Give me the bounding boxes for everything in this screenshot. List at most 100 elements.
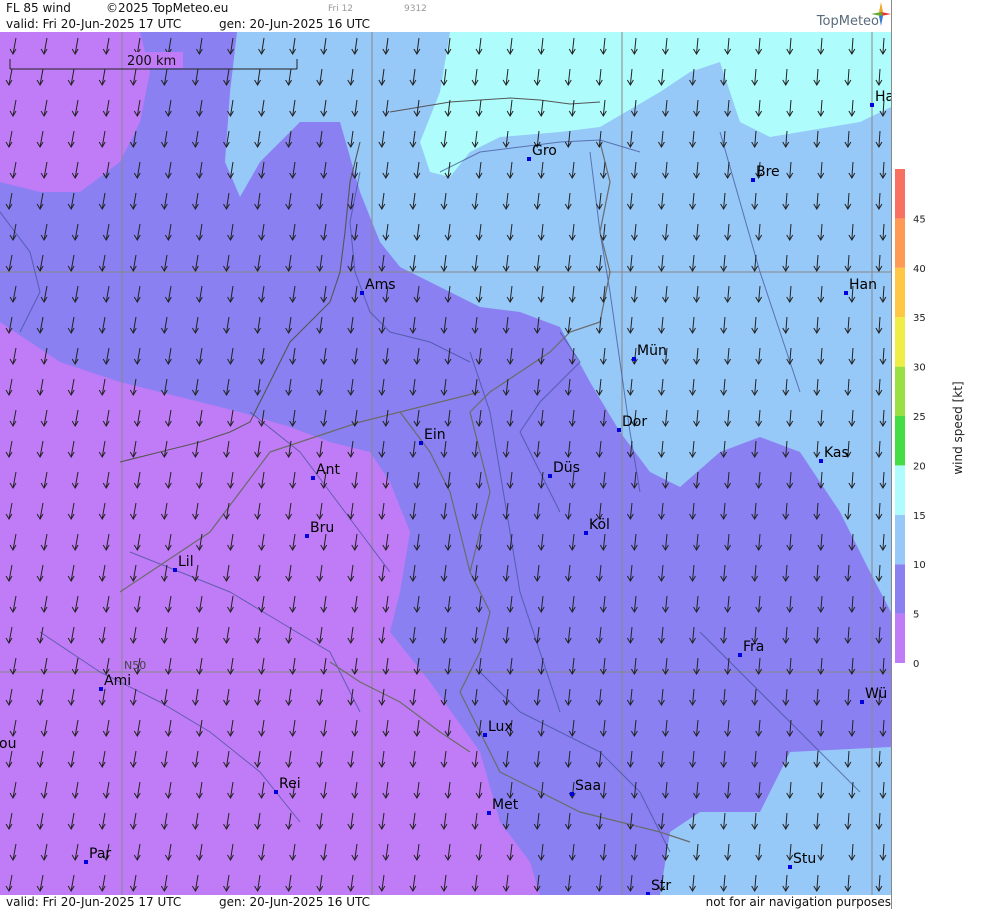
city-marker[interactable]: Met xyxy=(487,797,519,815)
city-label: Düs xyxy=(553,460,580,476)
city-dot xyxy=(870,103,874,107)
legend-tick-label: 10 xyxy=(913,560,926,571)
footer-disclaimer: not for air navigation purposes xyxy=(705,895,891,909)
city-dot xyxy=(274,790,278,794)
city-label: Lux xyxy=(488,719,513,735)
city-dot xyxy=(738,653,742,657)
legend-tick-label: 35 xyxy=(913,313,926,324)
city-label: Ams xyxy=(365,277,396,293)
footer-valid-time: valid: Fri 20-Jun-2025 17 UTC xyxy=(6,895,182,909)
product-title: FL 85 wind xyxy=(6,1,71,15)
city-marker[interactable]: Bre xyxy=(751,164,780,182)
copyright-text: ©2025 TopMeteo.eu xyxy=(106,1,229,15)
legend-tick-label: 5 xyxy=(913,610,919,621)
wind-map-canvas[interactable]: 200 km N50 Gro Bre Ha Ams Han Mün Dor Ein Kas Ant… xyxy=(0,32,891,895)
city-marker[interactable]: Han xyxy=(844,277,877,295)
city-dot xyxy=(487,811,491,815)
city-marker[interactable]: Par xyxy=(84,846,111,864)
legend-band xyxy=(895,613,905,663)
valid-time: valid: Fri 20-Jun-2025 17 UTC xyxy=(6,17,182,31)
legend-colorbar: 0 5 10 15 20 25 30 35 40 45 wind speed [kt] xyxy=(895,169,965,670)
city-marker[interactable]: Lux xyxy=(483,719,513,737)
city-dot xyxy=(570,792,574,796)
city-marker[interactable]: Dor xyxy=(617,414,647,432)
legend-band xyxy=(895,317,905,367)
city-dot xyxy=(844,291,848,295)
city-dot xyxy=(632,357,636,361)
city-marker[interactable]: Ant xyxy=(311,462,340,480)
legend-band xyxy=(895,564,905,614)
city-label: Stu xyxy=(793,851,816,867)
city-dot xyxy=(173,568,177,572)
city-dot xyxy=(527,157,531,161)
city-label: Gro xyxy=(532,143,557,159)
legend-tick-label: 0 xyxy=(913,659,919,670)
city-label: Rei xyxy=(279,776,301,792)
city-marker[interactable]: Saa xyxy=(570,778,601,796)
city-marker[interactable]: Ami xyxy=(99,673,131,691)
graticule-label: N50 xyxy=(124,659,146,672)
city-dot xyxy=(584,531,588,535)
city-marker[interactable]: Ams xyxy=(360,277,396,295)
city-marker[interactable]: Mün xyxy=(632,343,667,361)
city-label: Wü xyxy=(865,686,887,702)
legend-band xyxy=(895,267,905,318)
city-dot xyxy=(751,178,755,182)
city-dot xyxy=(860,700,864,704)
header-bar: FL 85 wind ©2025 TopMeteo.eu Fri 12 9312… xyxy=(0,0,891,32)
city-marker[interactable]: ou xyxy=(0,736,16,754)
city-label: Köl xyxy=(589,517,610,533)
small-code-label: 9312 xyxy=(404,4,427,14)
legend-band xyxy=(895,416,905,466)
legend-tick-label: 15 xyxy=(913,511,926,522)
logo-text: TopMeteo xyxy=(816,14,879,29)
legend-title: wind speed [kt] xyxy=(951,381,965,474)
city-label: Met xyxy=(492,797,519,813)
legend-tick-label: 30 xyxy=(913,363,926,374)
city-label: Saa xyxy=(575,778,601,794)
city-marker[interactable]: Kas xyxy=(819,445,849,463)
city-label: Dor xyxy=(622,414,647,430)
city-dot xyxy=(419,441,423,445)
legend-panel: 0 5 10 15 20 25 30 35 40 45 wind speed [kt] xyxy=(891,0,983,909)
footer-generated-time: gen: 20-Jun-2025 16 UTC xyxy=(219,895,371,909)
city-marker[interactable]: Bru xyxy=(305,520,334,538)
city-label: Han xyxy=(849,277,877,293)
city-label: Mün xyxy=(637,343,667,359)
small-day-label: Fri 12 xyxy=(328,4,354,14)
city-marker[interactable]: Wü xyxy=(860,686,887,704)
legend-tick-label: 20 xyxy=(913,461,926,472)
city-marker[interactable]: Düs xyxy=(548,460,580,478)
footer-bar: valid: Fri 20-Jun-2025 17 UTC gen: 20-Ju… xyxy=(0,895,891,909)
city-marker[interactable]: Gro xyxy=(527,143,557,161)
city-label: Str xyxy=(651,878,671,894)
city-label: Ant xyxy=(316,462,340,478)
topmeteo-logo[interactable]: TopMeteo xyxy=(791,0,891,32)
city-label: Fra xyxy=(743,639,764,655)
city-dot xyxy=(819,459,823,463)
city-marker[interactable]: Stu xyxy=(788,851,816,869)
city-dot xyxy=(99,687,103,691)
compass-star-icon xyxy=(871,2,891,26)
city-label: Bru xyxy=(310,520,334,536)
legend-tick-label: 45 xyxy=(913,214,926,225)
legend-band xyxy=(895,514,905,565)
city-label: Kas xyxy=(824,445,849,461)
city-dot xyxy=(483,733,487,737)
legend-tick-label: 25 xyxy=(913,412,926,423)
city-dot xyxy=(84,860,88,864)
legend-band xyxy=(895,169,905,219)
legend-band xyxy=(895,366,905,416)
wind-map[interactable]: 200 km N50 Gro Bre Ha Ams Han Mün Dor Ein Kas Ant… xyxy=(0,32,891,895)
city-label: Lil xyxy=(178,554,194,570)
city-dot xyxy=(617,428,621,432)
city-dot xyxy=(360,291,364,295)
legend-tick-label: 40 xyxy=(913,264,926,275)
city-dot xyxy=(548,474,552,478)
city-dot xyxy=(305,534,309,538)
city-dot xyxy=(311,476,315,480)
city-label: Bre xyxy=(756,164,780,180)
city-label: Ami xyxy=(104,673,131,689)
generated-time: gen: 20-Jun-2025 16 UTC xyxy=(219,17,371,31)
city-label: Ha xyxy=(875,89,891,105)
